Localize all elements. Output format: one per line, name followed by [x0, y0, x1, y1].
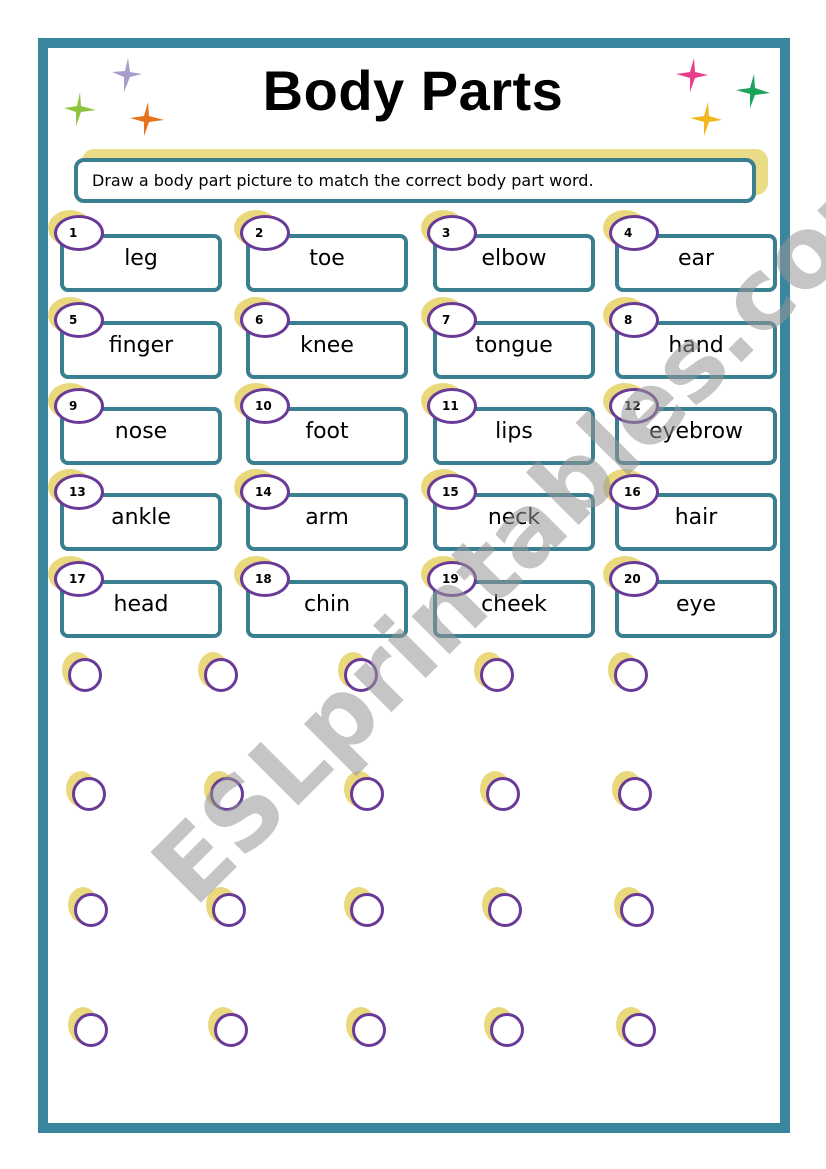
- word-label: ankle: [111, 505, 171, 530]
- word-label: leg: [124, 246, 158, 271]
- page-title: Body Parts: [262, 59, 564, 122]
- drawing-circle: [482, 887, 524, 929]
- word-card: 4 ear: [603, 210, 777, 292]
- drawing-circle: [614, 887, 656, 929]
- circle-outline: [74, 893, 108, 927]
- word-label: nose: [114, 419, 168, 444]
- word-label: eyebrow: [648, 419, 744, 444]
- word-label: eye: [675, 592, 717, 617]
- word-card: 20 eye: [603, 556, 777, 638]
- word-card: 14 arm: [234, 469, 408, 551]
- circle-outline: [72, 777, 106, 811]
- drawing-circle: [480, 771, 522, 813]
- drawing-circle: [62, 652, 104, 694]
- word-card: 1 leg: [48, 210, 222, 292]
- word-label: toe: [309, 246, 345, 271]
- word-label: knee: [300, 333, 354, 358]
- circle-outline: [486, 777, 520, 811]
- word-card: 8 hand: [603, 297, 777, 379]
- word-label: head: [113, 592, 169, 617]
- word-card: 3 elbow: [421, 210, 595, 292]
- circle-outline: [352, 1013, 386, 1047]
- circle-outline: [488, 893, 522, 927]
- circle-outline: [344, 658, 378, 692]
- circle-outline: [614, 658, 648, 692]
- word-label: finger: [108, 333, 174, 358]
- word-label: hand: [668, 333, 724, 358]
- word-card: 9 nose: [48, 383, 222, 465]
- drawing-circle: [474, 652, 516, 694]
- word-card: 18 chin: [234, 556, 408, 638]
- drawing-circle: [608, 652, 650, 694]
- word-card: 2 toe: [234, 210, 408, 292]
- word-card: 17 head: [48, 556, 222, 638]
- circle-outline: [622, 1013, 656, 1047]
- drawing-circle: [346, 1007, 388, 1049]
- word-card: 16 hair: [603, 469, 777, 551]
- drawing-circle: [204, 771, 246, 813]
- word-label: lips: [495, 419, 533, 444]
- word-card: 6 knee: [234, 297, 408, 379]
- word-label: tongue: [475, 333, 553, 358]
- drawing-circle: [208, 1007, 250, 1049]
- word-card: 5 finger: [48, 297, 222, 379]
- circle-outline: [490, 1013, 524, 1047]
- drawing-circle: [612, 771, 654, 813]
- word-label: arm: [305, 505, 349, 530]
- instruction-box: Draw a body part picture to match the co…: [74, 158, 756, 203]
- word-card: 12 eyebrow: [603, 383, 777, 465]
- circle-outline: [480, 658, 514, 692]
- word-label: elbow: [481, 246, 547, 271]
- circle-outline: [210, 777, 244, 811]
- circle-outline: [204, 658, 238, 692]
- circle-outline: [212, 893, 246, 927]
- drawing-circle: [66, 771, 108, 813]
- word-card: 15 neck: [421, 469, 595, 551]
- circle-outline: [350, 893, 384, 927]
- word-card: 19 cheek: [421, 556, 595, 638]
- word-label: chin: [303, 592, 351, 617]
- drawing-circle: [344, 771, 386, 813]
- drawing-circle: [338, 652, 380, 694]
- word-card: 13 ankle: [48, 469, 222, 551]
- word-label: ear: [677, 246, 715, 271]
- drawing-circle: [198, 652, 240, 694]
- word-label: foot: [305, 419, 349, 444]
- circle-outline: [214, 1013, 248, 1047]
- word-label: cheek: [481, 592, 547, 617]
- circle-outline: [620, 893, 654, 927]
- circle-outline: [74, 1013, 108, 1047]
- drawing-circle: [344, 887, 386, 929]
- circle-outline: [68, 658, 102, 692]
- drawing-circle: [206, 887, 248, 929]
- word-label: neck: [487, 505, 541, 530]
- word-label: hair: [674, 505, 718, 530]
- circle-outline: [618, 777, 652, 811]
- drawing-circle: [68, 1007, 110, 1049]
- word-card: 11 lips: [421, 383, 595, 465]
- drawing-circle: [616, 1007, 658, 1049]
- drawing-circle: [484, 1007, 526, 1049]
- drawing-circle: [68, 887, 110, 929]
- word-card: 10 foot: [234, 383, 408, 465]
- word-card: 7 tongue: [421, 297, 595, 379]
- circle-outline: [350, 777, 384, 811]
